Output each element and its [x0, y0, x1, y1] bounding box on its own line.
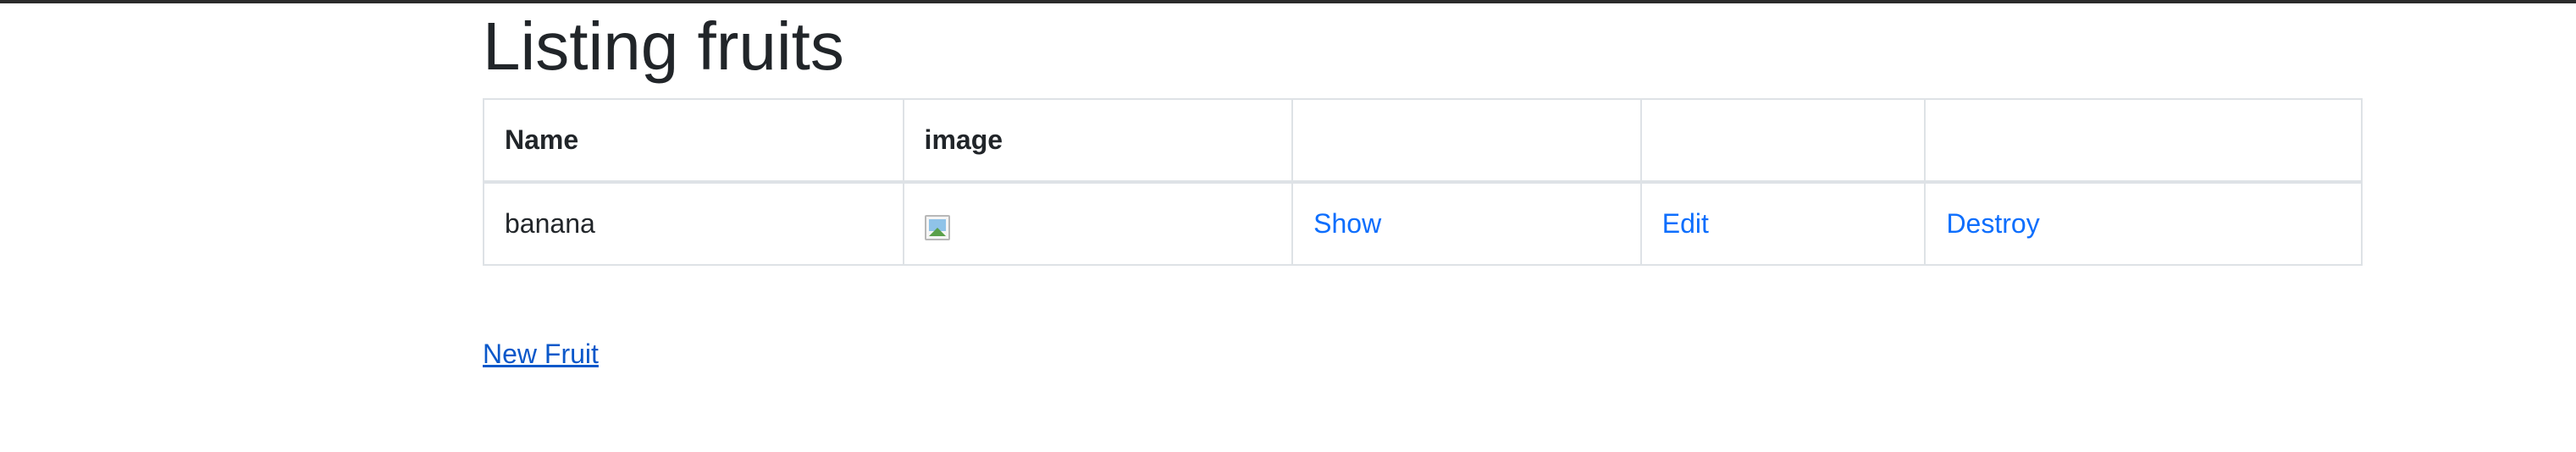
fruits-table: Name image banana Show Edit Destroy — [483, 98, 2363, 266]
table-header-row: Name image — [483, 98, 2363, 184]
show-link[interactable]: Show — [1313, 208, 1381, 239]
broken-image-icon — [924, 214, 950, 240]
fruit-name-cell: banana — [483, 181, 904, 266]
top-border — [0, 0, 2576, 3]
new-fruit-link[interactable]: New Fruit — [483, 339, 599, 370]
edit-link[interactable]: Edit — [1662, 208, 1709, 239]
destroy-cell: Destroy — [1924, 181, 2363, 266]
destroy-link[interactable]: Destroy — [1946, 208, 2039, 239]
fruit-image-cell — [902, 181, 1294, 266]
column-header-destroy — [1924, 98, 2363, 184]
table-row: banana Show Edit Destroy — [483, 181, 2363, 266]
column-header-edit — [1639, 98, 1926, 184]
column-header-name: Name — [483, 98, 904, 184]
page-title: Listing fruits — [483, 8, 844, 84]
column-header-image: image — [902, 98, 1294, 184]
edit-cell: Edit — [1639, 181, 1926, 266]
show-cell: Show — [1291, 181, 1642, 266]
column-header-show — [1291, 98, 1642, 184]
